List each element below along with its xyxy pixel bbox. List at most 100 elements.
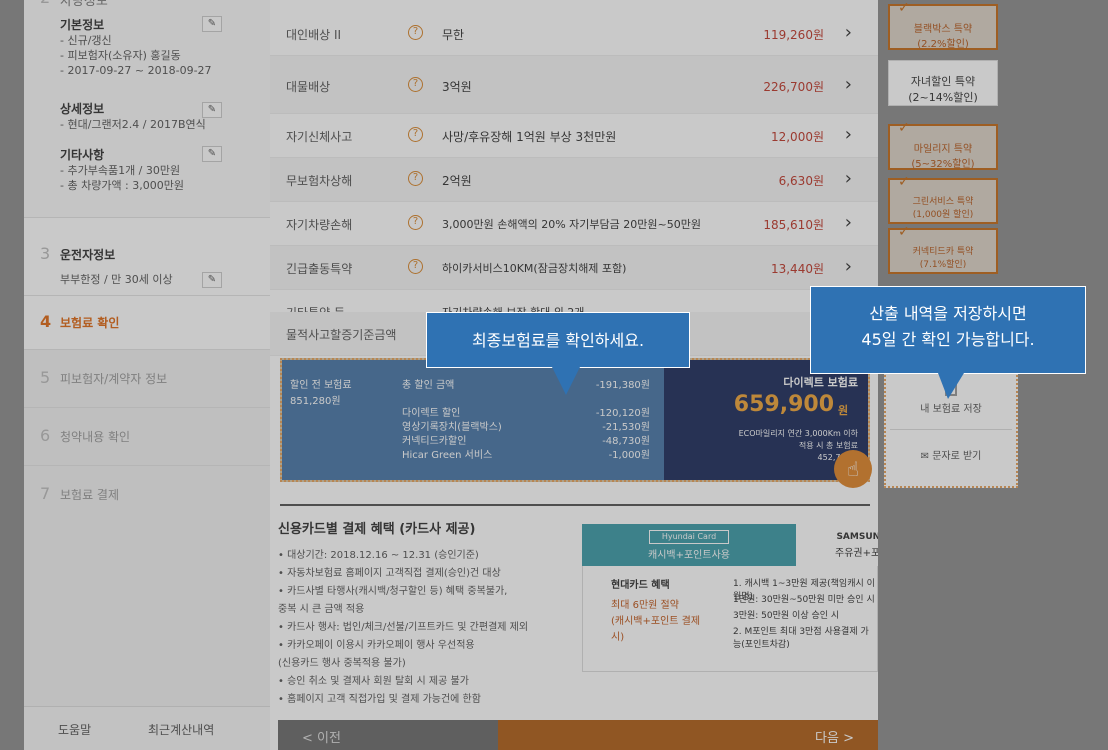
blackbox-discount-badge[interactable]: ✓ 블랙박스 특약 (2.2%할인): [888, 0, 998, 50]
prev-label: < 이전: [302, 731, 341, 746]
coverage-row[interactable]: 무보험차상해 ? 2억원 6,630원 ›: [270, 158, 878, 202]
badge-title: 마일리지 특약: [913, 144, 973, 155]
coverage-value: 무한: [442, 28, 465, 42]
sidebar-filler: [24, 524, 270, 706]
total-discount-label: 총 할인 금액: [402, 380, 455, 391]
card-benefit-panel: 현대카드 혜택 최대 6만원 절약 (캐시백+포인트 결제 시) 1. 캐시백 …: [582, 566, 878, 672]
edit-driver-button[interactable]: ✎: [202, 272, 222, 288]
benefit-highlight: 최대 6만원 절약: [611, 600, 679, 611]
edit-basic-button[interactable]: ✎: [202, 16, 222, 32]
eco-line-2: 적용 시 총 보험료: [798, 441, 858, 450]
card-benefit-note: • 대상기간: 2018.12.16 ~ 12.31 (승인기준): [278, 550, 479, 561]
step-number: 5: [40, 368, 51, 387]
callout-arrow-icon: [552, 367, 580, 395]
next-button[interactable]: 다음 >: [498, 720, 878, 750]
badge-sub: (5~32%할인): [911, 159, 975, 170]
step-number: 7: [40, 484, 51, 503]
step-number: 4: [40, 312, 52, 331]
badge-title: 자녀할인 특약: [910, 75, 976, 88]
step-title: 보험료 확인: [60, 316, 120, 330]
badge-sub: (2~14%할인): [908, 91, 978, 104]
check-icon: ✓: [898, 224, 910, 240]
step-number: 2: [40, 0, 50, 7]
coverage-value: 2억원: [442, 174, 472, 188]
callout-text: 산출 내역을 저장하시면: [869, 304, 1027, 323]
help-icon[interactable]: ?: [408, 127, 423, 142]
check-icon: ✓: [898, 174, 910, 190]
tap-hand-icon: ☝: [834, 450, 872, 488]
chevron-right-icon[interactable]: ›: [845, 168, 852, 189]
sidebar-step-insured[interactable]: 5 피보험자/계약자 정보: [24, 350, 270, 408]
benefit-item: 2. M포인트 최대 3만점 사용결제 가능(포인트차감): [733, 627, 869, 650]
sidebar: 2 차량정보 기본정보 ✎ - 신규/갱신 - 피보험자(소유자) 홍길동 - …: [24, 0, 270, 750]
card-benefit-note: • 카드사 행사: 법인/체크/선불/기프트카드 및 간편결제 제외: [278, 622, 529, 633]
coverage-row[interactable]: 자기신체사고 ? 사망/후유장해 1억원 부상 3천만원 12,000원 ›: [270, 114, 878, 158]
mileage-discount-badge[interactable]: ✓ 마일리지 특약 (5~32%할인): [888, 120, 998, 170]
sidebar-step-payment[interactable]: 7 보험료 결제: [24, 466, 270, 524]
step-number: 6: [40, 426, 51, 445]
before-discount-label: 할인 전 보험료: [290, 380, 352, 391]
eco-value: 452,710원: [668, 452, 858, 463]
coverage-row[interactable]: 대인배상 II ? 무한 119,260원 ›: [270, 12, 878, 56]
card-benefit-note: • 승인 취소 및 결제사 회원 탈회 시 제공 불가: [278, 676, 469, 687]
callout-text: 45일 간 확인 가능합니다.: [861, 330, 1035, 349]
help-icon[interactable]: ?: [408, 25, 423, 40]
step-title: 피보험자/계약자 정보: [60, 372, 168, 386]
etc-info-line: - 추가부속품1개 / 30만원: [60, 164, 181, 177]
coverage-label: 대인배상 II: [286, 28, 342, 42]
coverage-price: 12,000원: [770, 130, 824, 144]
coverage-row[interactable]: 긴급출동특약 ? 하이카서비스10KM(잠금장치해제 포함) 13,440원 ›: [270, 246, 878, 290]
basic-info-line: - 피보험자(소유자) 홍길동: [60, 49, 181, 62]
chevron-right-icon[interactable]: ›: [845, 212, 852, 233]
edit-etc-button[interactable]: ✎: [202, 146, 222, 162]
tab-hyundai-card[interactable]: Hyundai Card 캐시백+포인트사용: [582, 524, 796, 566]
coverage-label: 무보험차상해: [286, 174, 353, 188]
coverage-value: 사망/후유장해 1억원 부상 3천만원: [442, 130, 617, 144]
chevron-right-icon[interactable]: ›: [845, 124, 852, 145]
step-number: 3: [40, 244, 51, 263]
coverage-label: 물적사고할증기준금액: [286, 328, 397, 342]
recent-calc-link[interactable]: 최근계산내역: [148, 721, 214, 738]
card-benefit-note: (신용카드 행사 중복적용 불가): [278, 658, 406, 669]
discount-item-label: 커넥티드카할인: [402, 436, 467, 447]
coverage-price: 13,440원: [770, 262, 824, 276]
discount-panel: 할인 전 보험료 851,280원 총 할인 금액 -191,380원 다이렉트…: [282, 360, 664, 480]
help-icon[interactable]: ?: [408, 77, 423, 92]
child-discount-badge[interactable]: 자녀할인 특약 (2~14%할인): [888, 60, 998, 106]
sms-send-button[interactable]: ✉ 문자로 받기: [890, 432, 1012, 482]
chevron-right-icon[interactable]: ›: [845, 256, 852, 277]
basic-info-line: - 2017-09-27 ~ 2018-09-27: [60, 64, 212, 77]
benefit-highlight: 시): [611, 632, 625, 643]
check-icon: ✓: [898, 0, 910, 16]
edit-detail-button[interactable]: ✎: [202, 102, 222, 118]
chevron-right-icon[interactable]: ›: [845, 22, 852, 43]
help-icon[interactable]: ?: [408, 215, 423, 230]
basic-info-heading: 기본정보: [60, 18, 105, 32]
badge-title: 커넥티드카 특약: [912, 247, 974, 257]
benefit-highlight: (캐시백+포인트 결제: [611, 616, 701, 627]
connected-car-badge[interactable]: ✓ 커넥티드카 특약 (7.1%할인): [888, 224, 998, 274]
green-service-badge[interactable]: ✓ 그린서비스 특약 (1,000원 할인): [888, 174, 998, 224]
chevron-right-icon[interactable]: ›: [845, 74, 852, 95]
benefit-item: 1만원: 30만원~50만원 미만 승인 시: [733, 595, 875, 605]
coverage-price: 185,610원: [763, 218, 824, 232]
step-title: 운전자정보: [60, 248, 116, 262]
help-icon[interactable]: ?: [408, 259, 423, 274]
sidebar-step-review[interactable]: 6 청약내용 확인: [24, 408, 270, 466]
coverage-row[interactable]: 자기차량손해 ? 3,000만원 손해액의 20% 자기부담금 20만원~50만…: [270, 202, 878, 246]
coverage-row[interactable]: 대물배상 ? 3억원 226,700원 ›: [270, 56, 878, 114]
page: 2 차량정보 기본정보 ✎ - 신규/갱신 - 피보험자(소유자) 홍길동 - …: [0, 0, 1108, 750]
detail-info-heading: 상세정보: [60, 102, 105, 116]
coverage-value: 하이카서비스10KM(잠금장치해제 포함): [442, 262, 627, 275]
sidebar-step-premium[interactable]: 4 보험료 확인: [24, 296, 270, 350]
sidebar-step-driver[interactable]: 3 운전자정보 부부한정 / 만 30세 이상 ✎: [24, 230, 270, 296]
help-icon[interactable]: ?: [408, 171, 423, 186]
help-link[interactable]: 도움말: [58, 721, 91, 738]
coverage-label: 자기신체사고: [286, 130, 353, 144]
card-benefit-note: 중복 시 큰 금액 적용: [278, 604, 365, 615]
prev-button[interactable]: < 이전: [278, 720, 498, 750]
detail-info-line: - 현대/그랜저2.4 / 2017B연식: [60, 118, 206, 131]
card-benefit-note: • 자동차보험료 홈페이지 고객직접 결제(승인)건 대상: [278, 568, 501, 579]
card-benefit-note: • 카드사별 타행사(캐시백/청구할인 등) 혜택 중복불가,: [278, 586, 508, 597]
discount-item-value: -48,730원: [602, 436, 650, 447]
